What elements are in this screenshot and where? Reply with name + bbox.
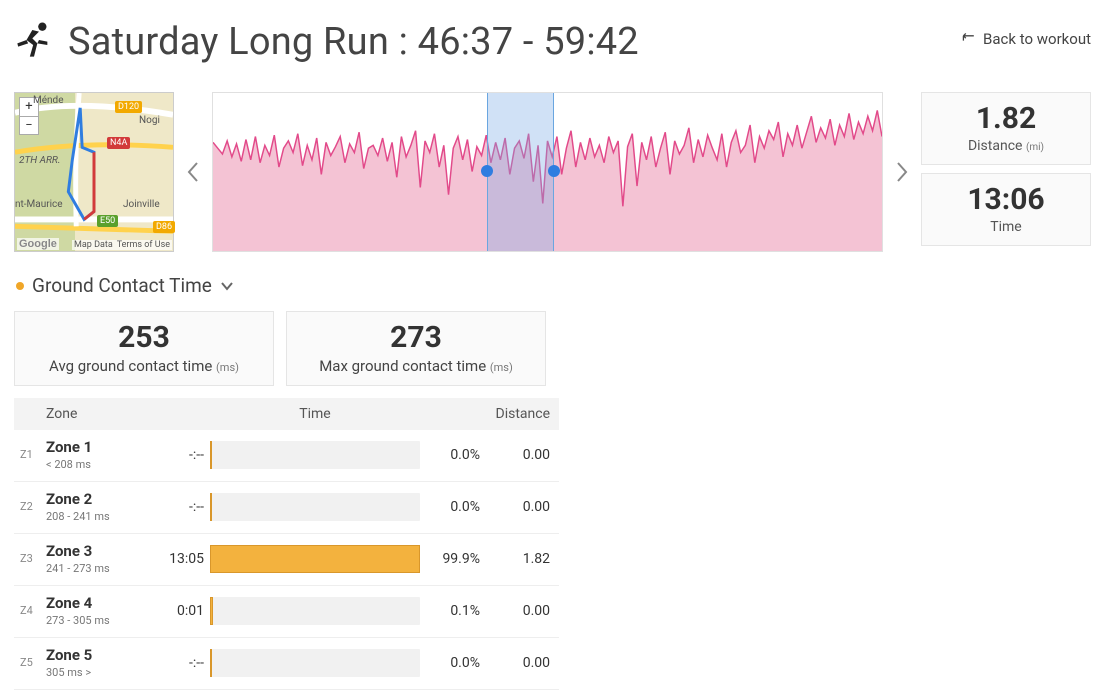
map-attribution[interactable]: Map Data Terms of Use [72, 240, 172, 250]
zone-id: Z5 [20, 656, 46, 669]
route-map[interactable]: + − MéndeNogi2TH ARR.nt-MauriceJoinville… [14, 92, 174, 252]
zone-name-cell: Zone 3241 - 273 ms [46, 542, 156, 575]
zones-table: Zone Time Distance Z1Zone 1< 208 ms-:--0… [14, 398, 559, 690]
back-label: Back to workout [983, 30, 1091, 48]
col-time: Time [210, 406, 420, 422]
distance-card: 1.82 Distance (mi) [921, 92, 1091, 165]
zone-time: 0:01 [156, 603, 210, 619]
map-label: 2TH ARR. [19, 155, 60, 166]
overview-row: + − MéndeNogi2TH ARR.nt-MauriceJoinville… [14, 92, 1091, 252]
zone-percent: 0.1% [420, 603, 480, 619]
zone-name-cell: Zone 1< 208 ms [46, 438, 156, 471]
zone-bar [210, 441, 420, 469]
map-road-badge: N4A [107, 137, 130, 149]
col-zone: Zone [46, 406, 156, 422]
zone-bar [210, 597, 420, 625]
zone-row: Z4Zone 4273 - 305 ms0:01 0.1%0.00 [14, 586, 559, 638]
activity-chart[interactable] [212, 92, 883, 252]
map-label: Joinville [123, 199, 160, 210]
map-logo: Google [17, 238, 59, 250]
zone-name-cell: Zone 4273 - 305 ms [46, 594, 156, 627]
distance-label: Distance (mi) [928, 138, 1084, 154]
zone-percent: 0.0% [420, 655, 480, 671]
page-header: Saturday Long Run : 46:37 - 59:42 Back t… [14, 8, 1091, 78]
zone-row: Z1Zone 1< 208 ms-:-- 0.0%0.00 [14, 430, 559, 482]
chevron-right-icon [895, 161, 909, 183]
chart-next-button[interactable] [891, 92, 913, 252]
zone-distance: 0.00 [480, 603, 550, 619]
zone-time: -:-- [156, 447, 210, 463]
max-metric-value: 273 [305, 320, 527, 355]
page-title: Saturday Long Run : 46:37 - 59:42 [68, 20, 639, 64]
zone-name-cell: Zone 5305 ms > [46, 646, 156, 679]
header-left: Saturday Long Run : 46:37 - 59:42 [14, 14, 639, 64]
zone-row: Z2Zone 2208 - 241 ms-:-- 0.0%0.00 [14, 482, 559, 534]
chevron-down-icon [220, 281, 234, 291]
map-text-labels: Ménde Nogi 2TH ARR. nt-Maurice Joinville D120… [15, 93, 173, 251]
zone-bar [210, 649, 420, 677]
zone-id: Z2 [20, 500, 46, 513]
zone-percent: 0.0% [420, 499, 480, 515]
zone-distance: 0.00 [480, 499, 550, 515]
selection-handle-left[interactable] [481, 165, 493, 177]
metric-summary-cards: 253 Avg ground contact time (ms) 273 Max… [14, 311, 1091, 386]
max-metric-card: 273 Max ground contact time (ms) [286, 311, 546, 386]
zone-distance: 0.00 [480, 447, 550, 463]
zone-name-cell: Zone 2208 - 241 ms [46, 490, 156, 523]
selection-stat-cards: 1.82 Distance (mi) 13:06 Time [921, 92, 1091, 252]
avg-metric-value: 253 [33, 320, 255, 355]
zone-distance: 1.82 [480, 551, 550, 567]
time-value: 13:06 [928, 182, 1084, 217]
zone-id: Z3 [20, 552, 46, 565]
zone-row: Z5Zone 5305 ms >-:-- 0.0%0.00 [14, 638, 559, 690]
zone-time: -:-- [156, 499, 210, 515]
back-to-workout-link[interactable]: Back to workout [961, 30, 1091, 48]
metric-selector[interactable]: Ground Contact Time [16, 274, 1091, 297]
chart-prev-button[interactable] [182, 92, 204, 252]
zone-percent: 99.9% [420, 551, 480, 567]
avg-metric-card: 253 Avg ground contact time (ms) [14, 311, 274, 386]
col-distance: Distance [480, 406, 550, 422]
metric-color-dot [16, 282, 24, 290]
map-label: Nogi [139, 115, 160, 126]
zone-row: Z3Zone 3241 - 273 ms13:05 99.9%1.82 [14, 534, 559, 586]
selection-handle-right[interactable] [548, 165, 560, 177]
metric-name: Ground Contact Time [32, 274, 212, 297]
back-arrow-icon [961, 32, 977, 46]
map-label: Ménde [33, 95, 64, 106]
time-card: 13:06 Time [921, 173, 1091, 246]
zone-time: 13:05 [156, 551, 210, 567]
map-label: nt-Maurice [15, 199, 63, 210]
zone-bar [210, 493, 420, 521]
distance-value: 1.82 [928, 101, 1084, 136]
map-road-badge: D120 [115, 101, 142, 113]
zones-header-row: Zone Time Distance [14, 398, 559, 430]
zone-bar [210, 545, 420, 573]
map-road-badge: E50 [97, 215, 118, 227]
time-label: Time [928, 219, 1084, 235]
zone-id: Z4 [20, 604, 46, 617]
max-metric-label: Max ground contact time (ms) [305, 357, 527, 375]
zone-time: -:-- [156, 655, 210, 671]
zone-distance: 0.00 [480, 655, 550, 671]
map-road-badge: D86 [153, 221, 175, 233]
running-icon [14, 14, 54, 58]
zone-id: Z1 [20, 448, 46, 461]
chart-selection-range[interactable] [487, 93, 554, 251]
chevron-left-icon [186, 161, 200, 183]
zone-percent: 0.0% [420, 447, 480, 463]
avg-metric-label: Avg ground contact time (ms) [33, 357, 255, 375]
